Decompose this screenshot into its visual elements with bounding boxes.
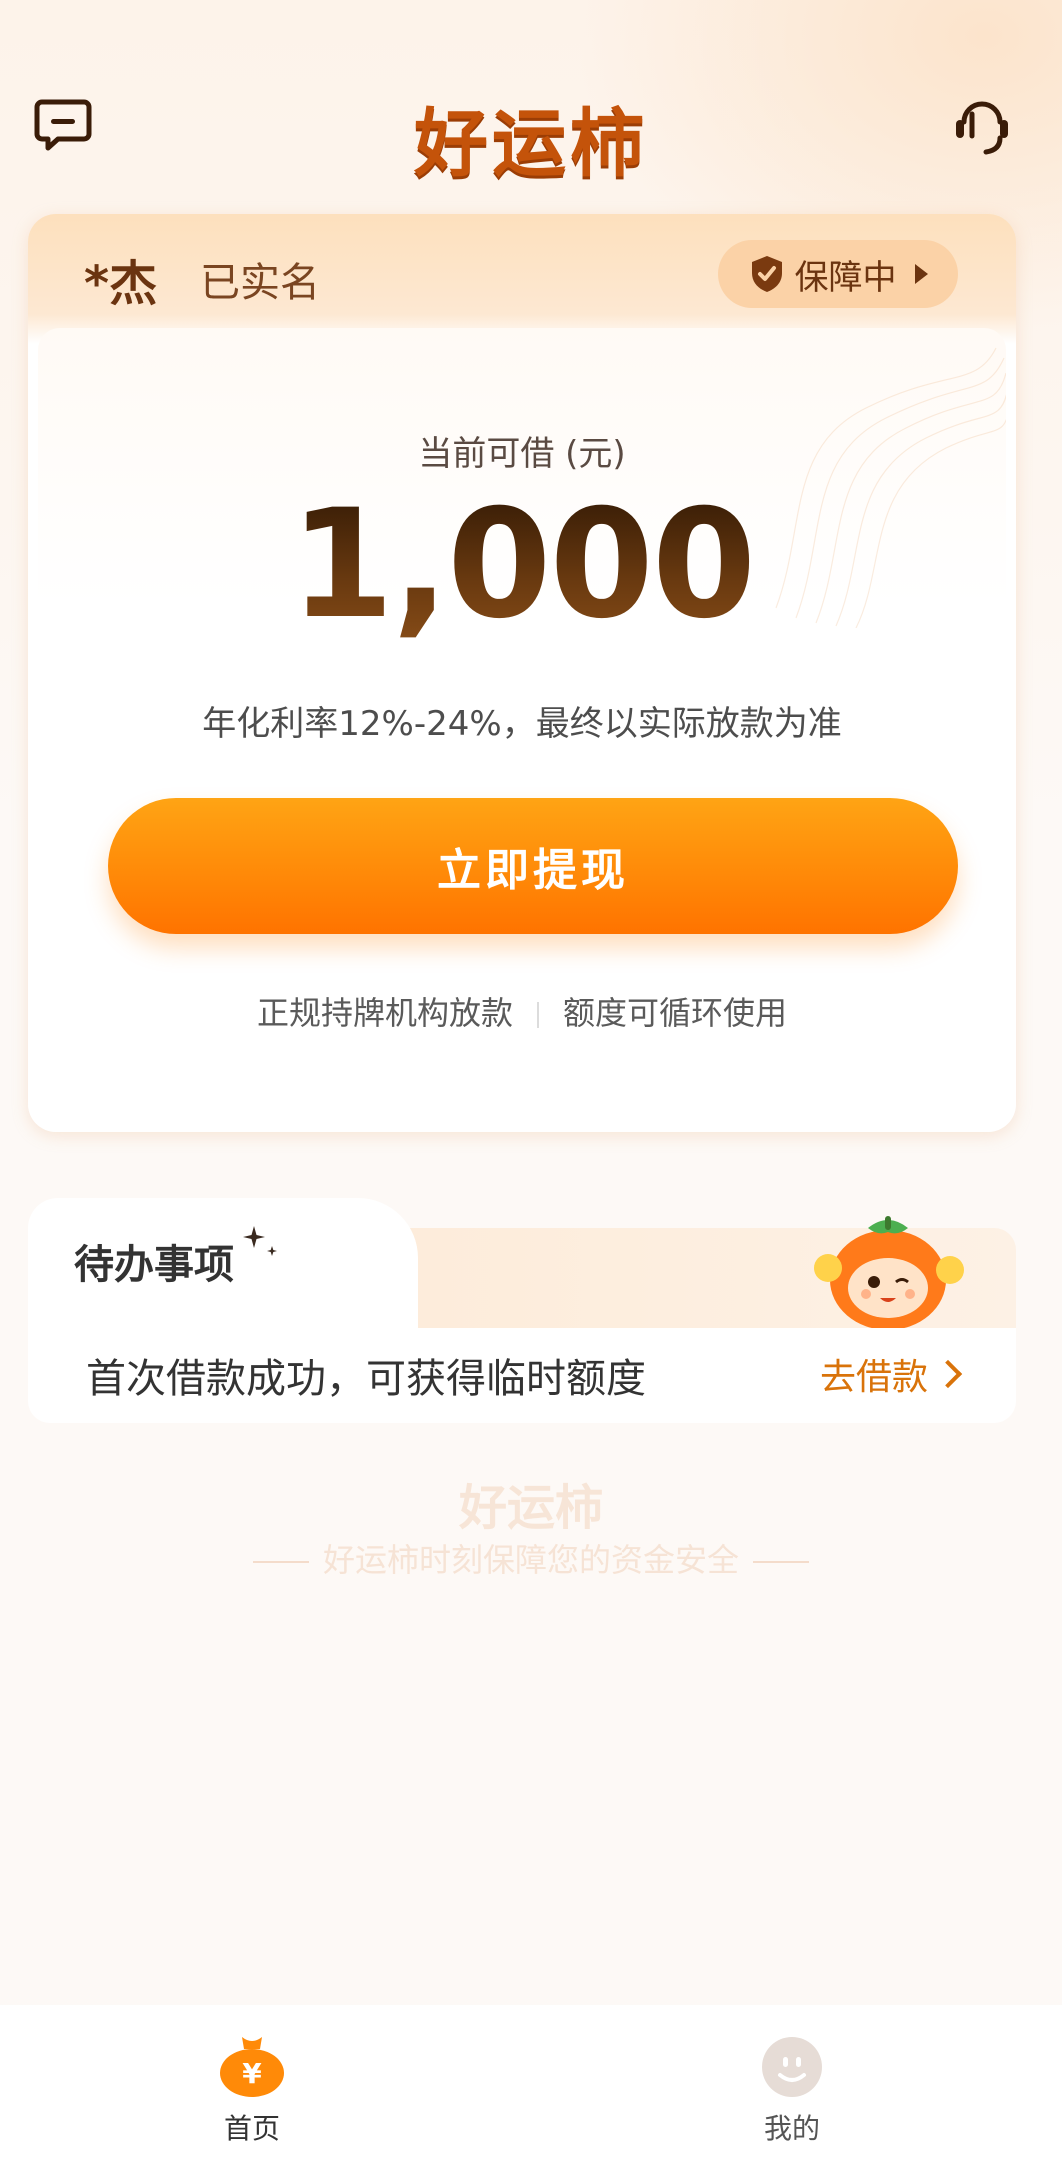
sparkle-icon xyxy=(243,1226,277,1256)
customer-service-button[interactable] xyxy=(950,92,1014,158)
amount-panel: 当前可借 (元) 1,000 年化利率12%-24%，最终以实际放款为准 立即提… xyxy=(38,328,1006,1122)
amount-label: 当前可借 (元) xyxy=(418,434,626,474)
todo-tab: 待办事项 xyxy=(28,1198,418,1328)
protection-label: 保障中 xyxy=(794,257,897,298)
available-amount: 1,000 xyxy=(38,478,1006,652)
rate-note: 年化利率12%-24%，最终以实际放款为准 xyxy=(202,704,842,744)
go-borrow-label: 去借款 xyxy=(819,1357,928,1398)
nav-mine[interactable]: 我的 xyxy=(722,2029,862,2147)
go-borrow-link[interactable]: 去借款 xyxy=(819,1348,963,1400)
nav-home[interactable]: ¥ 首页 xyxy=(182,2029,322,2147)
header: 好运柿 xyxy=(0,70,1062,187)
money-bag-icon: ¥ xyxy=(220,2037,284,2097)
nav-home-label: 首页 xyxy=(223,2112,280,2145)
chevron-right-icon xyxy=(933,1359,963,1389)
protection-badge[interactable]: 保障中 xyxy=(718,240,958,308)
headset-icon xyxy=(956,101,1008,155)
smile-face-icon xyxy=(762,2037,822,2097)
svg-text:¥: ¥ xyxy=(242,2057,262,2090)
user-name: *杰 xyxy=(84,256,158,312)
watermark-subtitle-text: 好运柿时刻保障您的资金安全 xyxy=(322,1541,739,1579)
arrow-line-right xyxy=(753,1561,809,1563)
loan-card: *杰 已实名 保障中 当前可借 (元) 1,000 年化利率12%-24%，最终… xyxy=(28,214,1016,1132)
shield-icon xyxy=(751,256,782,292)
todo-title: 待办事项 xyxy=(74,1242,234,1288)
watermark-subtitle: 好运柿时刻保障您的资金安全 xyxy=(0,1535,1062,1581)
arrow-line-left xyxy=(252,1561,309,1563)
verification-status: 已实名 xyxy=(200,260,320,306)
todo-item[interactable]: 首次借款成功，可获得临时额度 去借款 xyxy=(28,1328,1016,1423)
divider xyxy=(537,1002,539,1028)
caret-right-icon xyxy=(914,264,928,284)
bottom-nav: ¥ 首页 我的 xyxy=(0,2005,1062,2179)
app-title: 好运柿 xyxy=(414,101,648,187)
persimmon-mascot xyxy=(814,1216,964,1328)
nav-mine-label: 我的 xyxy=(763,2112,820,2145)
watermark-title: 好运柿 xyxy=(458,1480,603,1536)
feature-licensed: 正规持牌机构放款 xyxy=(256,994,513,1032)
withdraw-button[interactable]: 立即提现 xyxy=(108,798,958,934)
feature-line: 正规持牌机构放款 额度可循环使用 xyxy=(38,988,1006,1034)
todo-card: 待办事项 首次借款成功，可获得临时额度 去借款 xyxy=(28,1198,1016,1423)
todo-text: 首次借款成功，可获得临时额度 xyxy=(86,1356,646,1402)
feature-revolving: 额度可循环使用 xyxy=(563,994,788,1032)
